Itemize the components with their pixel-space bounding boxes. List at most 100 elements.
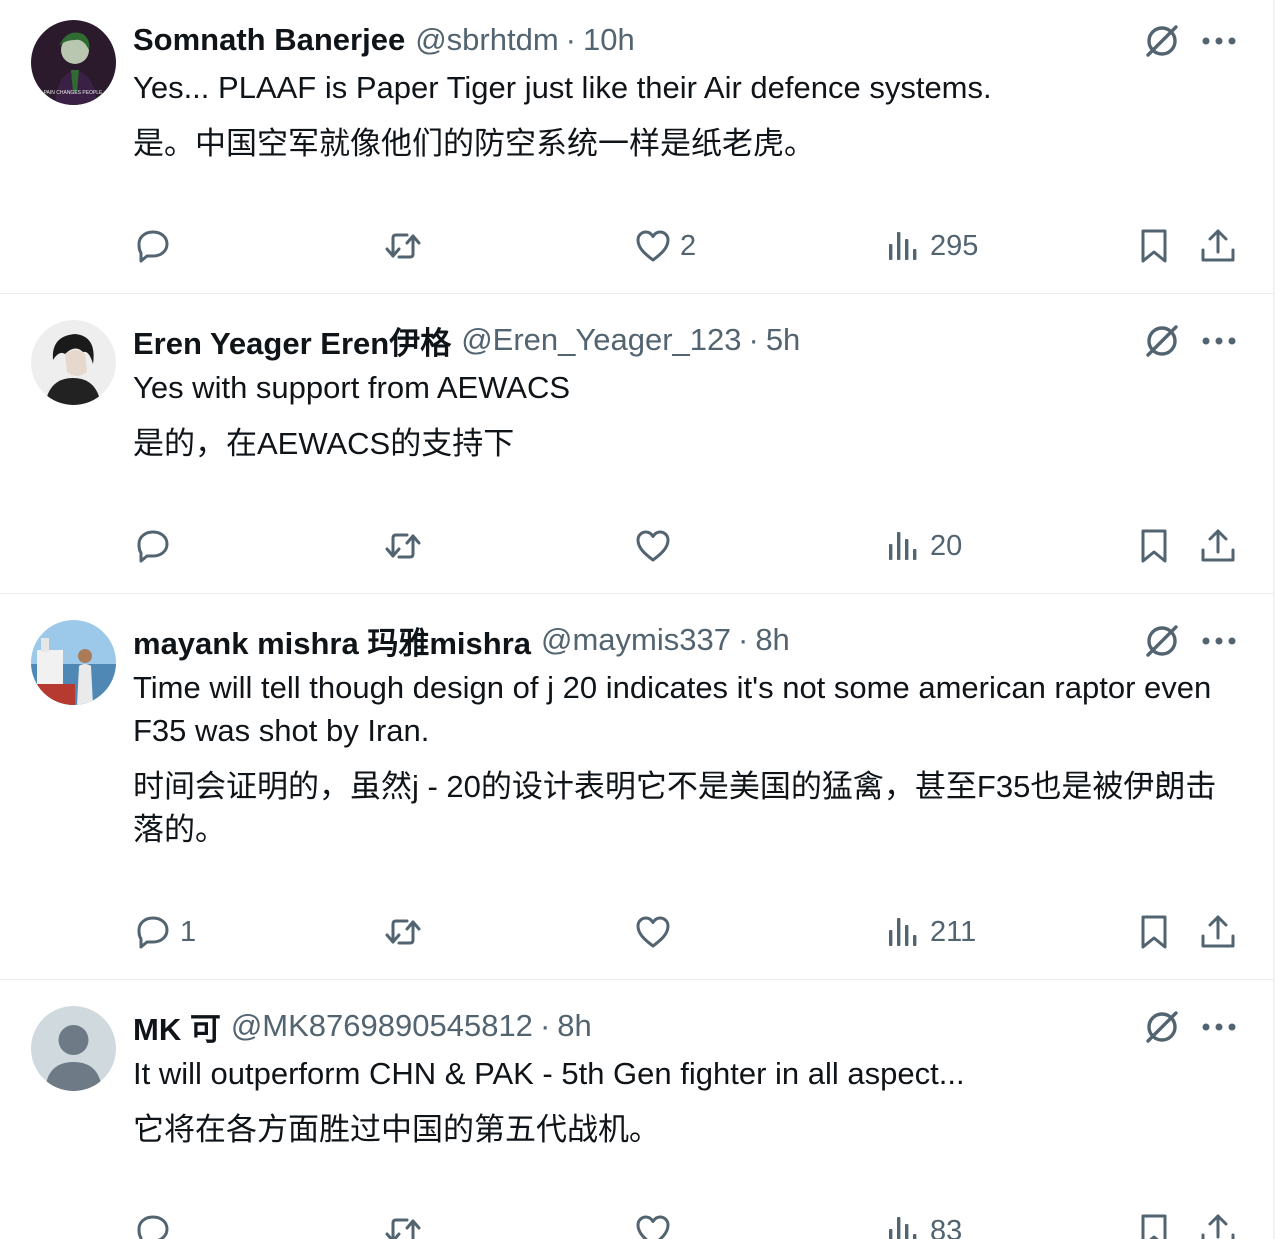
reply-button[interactable]: 1 — [133, 907, 196, 957]
view-count: 83 — [930, 1214, 963, 1239]
tweet-header: Somnath Banerjee @sbrhtdm · 10h — [133, 20, 635, 60]
share-icon — [1201, 229, 1235, 262]
tweet-translation: 时间会证明的，虽然j - 20的设计表明它不是美国的猛禽，甚至F35也是被伊朗击… — [133, 769, 1217, 847]
repost-icon — [385, 233, 421, 259]
bookmark-icon — [1141, 915, 1167, 949]
grok-icon[interactable] — [1141, 1006, 1183, 1048]
views-button[interactable]: 295 — [883, 221, 978, 271]
more-options-icon[interactable] — [1198, 1006, 1240, 1048]
tweet-text: It will outperform CHN & PAK - 5th Gen f… — [133, 1056, 965, 1091]
tweet-header: Eren Yeager Eren伊格 @Eren_Yeager_123 · 5h — [133, 318, 800, 363]
like-count: 2 — [680, 229, 697, 262]
tweet-text: Yes with support from AEWACS — [133, 370, 571, 405]
grok-icon[interactable] — [1141, 20, 1183, 62]
grok-icon[interactable] — [1141, 320, 1183, 362]
reply-icon — [137, 1215, 169, 1239]
like-button[interactable] — [633, 521, 680, 571]
timestamp[interactable]: 8h — [755, 622, 789, 658]
bookmark-icon — [1141, 1214, 1167, 1239]
tweet-actions: 20 — [0, 521, 1274, 571]
author-handle[interactable]: @sbrhtdm — [415, 22, 558, 58]
reply-icon — [137, 530, 169, 563]
tweet-translation: 是。中国空军就像他们的防空系统一样是纸老虎。 — [133, 126, 815, 161]
tweet-actions: 2 295 — [0, 221, 1274, 271]
grok-icon[interactable] — [1141, 620, 1183, 662]
tweet-body: Yes with support from AEWACS 是的，在AEWACS的… — [133, 366, 1243, 465]
author-handle[interactable]: @maymis337 — [541, 622, 731, 658]
heart-icon — [636, 1215, 670, 1239]
share-button[interactable] — [1198, 1206, 1238, 1239]
views-icon — [889, 232, 917, 260]
bookmark-button[interactable] — [1134, 521, 1174, 571]
tweet-actions: 83 — [0, 1206, 1274, 1239]
views-button[interactable]: 20 — [883, 521, 962, 571]
reply-feed: PAIN CHANGES PEOPLE Somnath Banerjee @sb… — [0, 0, 1280, 1239]
tweet[interactable]: Eren Yeager Eren伊格 @Eren_Yeager_123 · 5h… — [0, 294, 1274, 594]
avatar[interactable] — [31, 620, 116, 705]
more-options-icon[interactable] — [1198, 320, 1240, 362]
reply-button[interactable] — [133, 1206, 180, 1239]
more-options-icon[interactable] — [1198, 620, 1240, 662]
heart-icon — [636, 230, 670, 262]
view-count: 295 — [930, 229, 979, 262]
author-name[interactable]: MK 可 — [133, 1004, 221, 1049]
avatar-caption: PAIN CHANGES PEOPLE — [44, 90, 103, 96]
bookmark-button[interactable] — [1134, 221, 1174, 271]
repost-button[interactable] — [383, 1206, 430, 1239]
timestamp[interactable]: 5h — [766, 322, 800, 358]
repost-button[interactable] — [383, 221, 430, 271]
tweet[interactable]: MK 可 @MK8769890545812 · 8h It will outpe… — [0, 980, 1274, 1239]
tweet-translation: 是的，在AEWACS的支持下 — [133, 426, 515, 461]
repost-icon — [385, 1218, 421, 1239]
views-icon — [889, 918, 917, 946]
tweet[interactable]: PAIN CHANGES PEOPLE Somnath Banerjee @sb… — [0, 0, 1274, 294]
author-handle[interactable]: @MK8769890545812 — [231, 1008, 533, 1044]
tweet-header: MK 可 @MK8769890545812 · 8h — [133, 1004, 592, 1049]
timestamp[interactable]: 8h — [557, 1008, 591, 1044]
author-name[interactable]: Eren Yeager Eren伊格 — [133, 318, 451, 363]
reply-button[interactable] — [133, 221, 180, 271]
share-icon — [1201, 1214, 1235, 1239]
tweet-translation: 它将在各方面胜过中国的第五代战机。 — [133, 1112, 660, 1147]
views-button[interactable]: 83 — [883, 1206, 962, 1239]
more-options-icon[interactable] — [1198, 20, 1240, 62]
share-icon — [1201, 529, 1235, 562]
bookmark-icon — [1141, 529, 1167, 563]
avatar[interactable] — [31, 320, 116, 405]
share-icon — [1201, 915, 1235, 948]
avatar[interactable] — [31, 1006, 116, 1091]
like-button[interactable]: 2 — [633, 221, 696, 271]
separator: · — [565, 22, 576, 57]
repost-button[interactable] — [383, 521, 430, 571]
reply-count: 1 — [180, 915, 197, 948]
share-button[interactable] — [1198, 521, 1238, 571]
like-button[interactable] — [633, 1206, 680, 1239]
timestamp[interactable]: 10h — [583, 22, 635, 58]
view-count: 211 — [930, 915, 977, 948]
tweet-body: It will outperform CHN & PAK - 5th Gen f… — [133, 1052, 1243, 1151]
like-button[interactable] — [633, 907, 680, 957]
view-count: 20 — [930, 529, 963, 562]
author-name[interactable]: mayank mishra 玛雅mishra — [133, 618, 531, 663]
separator: · — [748, 322, 759, 357]
share-button[interactable] — [1198, 907, 1238, 957]
author-name[interactable]: Somnath Banerjee — [133, 22, 405, 58]
author-handle[interactable]: @Eren_Yeager_123 — [461, 322, 741, 358]
views-button[interactable]: 211 — [883, 907, 976, 957]
repost-button[interactable] — [383, 907, 430, 957]
tweet-body: Yes... PLAAF is Paper Tiger just like th… — [133, 66, 1243, 165]
share-button[interactable] — [1198, 221, 1238, 271]
tweet-text: Yes... PLAAF is Paper Tiger just like th… — [133, 70, 992, 105]
separator: · — [737, 622, 749, 657]
tweet-text: Time will tell though design of j 20 ind… — [133, 670, 1212, 748]
tweet[interactable]: mayank mishra 玛雅mishra @maymis337 · 8h T… — [0, 594, 1274, 980]
avatar[interactable]: PAIN CHANGES PEOPLE — [31, 20, 116, 105]
bookmark-button[interactable] — [1134, 907, 1174, 957]
views-icon — [889, 1217, 917, 1239]
tweet-actions: 1 211 — [0, 907, 1274, 957]
reply-button[interactable] — [133, 521, 180, 571]
bookmark-button[interactable] — [1134, 1206, 1174, 1239]
views-icon — [889, 532, 917, 560]
reply-icon — [137, 230, 169, 263]
separator: · — [539, 1008, 551, 1043]
